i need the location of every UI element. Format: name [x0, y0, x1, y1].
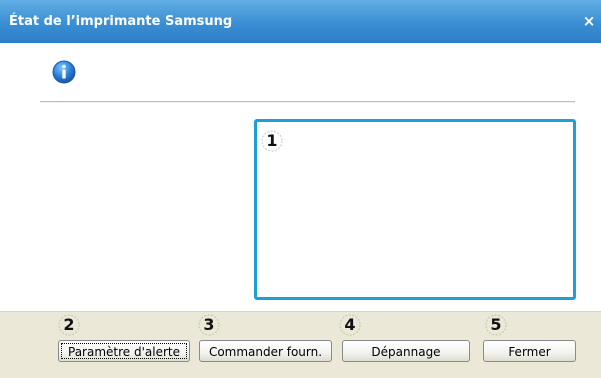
printer-status-dialog: État de l’imprimante Samsung × 1 2 3 4 5… [0, 0, 601, 378]
callout-marker-5: 5 [484, 313, 508, 337]
close-icon[interactable]: × [581, 12, 597, 30]
callout-marker-3: 3 [197, 313, 221, 337]
status-display-area [254, 119, 576, 300]
window-title: État de l’imprimante Samsung [9, 14, 233, 29]
callout-marker-4: 4 [338, 313, 362, 337]
close-button[interactable]: Fermer [483, 340, 576, 362]
callout-marker-1: 1 [260, 129, 284, 153]
button-bar: 2 3 4 5 Paramètre d'alerte Commander fou… [0, 311, 601, 378]
order-supplies-button[interactable]: Commander fourn. [199, 340, 332, 362]
alert-settings-button[interactable]: Paramètre d'alerte [58, 340, 190, 362]
content-area: 1 [0, 43, 601, 311]
callout-marker-2: 2 [57, 313, 81, 337]
title-bar[interactable]: État de l’imprimante Samsung × [0, 0, 601, 43]
separator-line [40, 101, 575, 103]
troubleshooting-button[interactable]: Dépannage [342, 340, 470, 362]
info-icon [52, 60, 76, 84]
